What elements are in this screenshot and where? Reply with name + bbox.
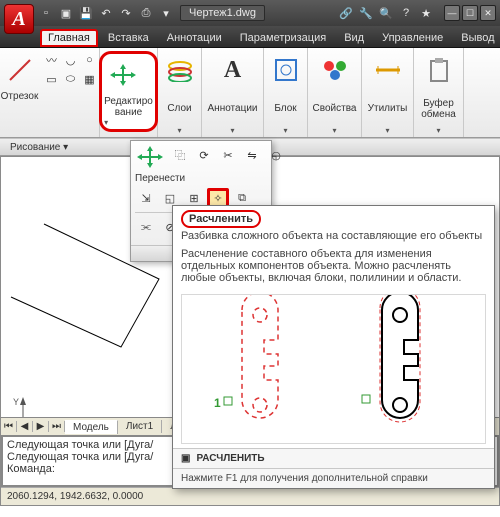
tab-manage[interactable]: Управление [374, 29, 451, 47]
search-icon[interactable]: 🔍 [378, 5, 394, 21]
tab-home[interactable]: Главная [40, 29, 98, 47]
draw-arc-icon[interactable]: ◡ [62, 51, 80, 69]
qat-open-icon[interactable]: ▣ [58, 5, 74, 21]
key-icon[interactable]: 🔧 [358, 5, 374, 21]
tab-param[interactable]: Параметризация [232, 29, 334, 47]
panel-edit: Редактиро вание ▾ [100, 48, 158, 137]
app-logo[interactable]: A [4, 4, 34, 34]
title-bar: ▫ ▣ 💾 ↶ ↷ ⎙ ▾ Чертеж1.dwg 🔗 🔧 🔍 ? ★ — ☐ … [0, 0, 500, 26]
tab-insert[interactable]: Вставка [100, 29, 157, 47]
tooltip-num: 1 [214, 396, 221, 410]
fillet-icon[interactable]: ◵ [265, 145, 287, 165]
panel-draw: Отрезок 〰 ◡ ○ ▭ ⬭ ▦ [0, 48, 100, 137]
status-bar: 2060.1294, 1942.6632, 0.0000 [1, 487, 499, 505]
layers-button[interactable] [161, 51, 199, 89]
tooltip-title: Расчленить [181, 210, 261, 228]
tooltip-subtitle: Разбивка сложного объекта на составляющи… [173, 230, 494, 248]
anno-label: Аннотации [208, 103, 258, 114]
tab-model[interactable]: Модель [65, 420, 118, 434]
clip-button[interactable] [420, 51, 458, 89]
qat-new-icon[interactable]: ▫ [38, 5, 54, 21]
tooltip-illustration: 1 [181, 294, 486, 444]
svg-text:Y: Y [13, 397, 19, 407]
help-icon[interactable]: ? [398, 5, 414, 21]
tooltip-cmd-row: ▣ РАСЧЛЕНИТЬ [173, 448, 494, 468]
utils-button[interactable] [369, 51, 407, 89]
close-button[interactable]: ✕ [480, 5, 496, 21]
panel-props: Свойства ▾ [308, 48, 362, 137]
tab-sheet1[interactable]: Лист1 [118, 420, 162, 433]
tab-nav-next[interactable]: ▶ [33, 421, 49, 432]
draw-rect-icon[interactable]: ▭ [43, 70, 61, 88]
tab-nav-last[interactable]: ⏭ [49, 421, 65, 432]
quick-access-toolbar: ▫ ▣ 💾 ↶ ↷ ⎙ ▾ [38, 5, 174, 21]
panel-block: Блок ▾ [264, 48, 308, 137]
panel-clip: Буфер обмена ▾ [414, 48, 464, 137]
qat-print-icon[interactable]: ⎙ [138, 5, 154, 21]
panel-utils: Утилиты ▾ [362, 48, 414, 137]
rotate-icon[interactable]: ⟳ [193, 145, 215, 165]
ribbon-tabs: Главная Вставка Аннотации Параметризация… [0, 26, 500, 48]
props-button[interactable] [316, 51, 354, 89]
qat-save-icon[interactable]: 💾 [78, 5, 94, 21]
copy-icon[interactable]: ⿻ [169, 145, 191, 165]
anno-button[interactable]: A [214, 51, 252, 89]
mirror-icon[interactable]: ⇋ [241, 145, 263, 165]
qat-drop-icon[interactable]: ▾ [158, 5, 174, 21]
block-button[interactable] [267, 51, 305, 89]
tab-anno[interactable]: Аннотации [159, 29, 230, 47]
qat-undo-icon[interactable]: ↶ [98, 5, 114, 21]
block-label: Блок [274, 103, 296, 114]
min-button[interactable]: — [444, 5, 460, 21]
qat-redo-icon[interactable]: ↷ [118, 5, 134, 21]
tab-nav-prev[interactable]: ◀ [17, 421, 33, 432]
line-label: Отрезок [1, 91, 39, 102]
coords: 2060.1294, 1942.6632, 0.0000 [7, 491, 143, 502]
tooltip-body: Расчленение составного объекта для измен… [173, 248, 494, 290]
tab-view[interactable]: Вид [336, 29, 372, 47]
move-label: Перенести [135, 173, 267, 184]
edit-label: Редактиро вание [104, 96, 153, 118]
draw-ellipse-icon[interactable]: ⬭ [62, 70, 80, 88]
line-button[interactable] [1, 51, 39, 89]
edit-button[interactable]: Редактиро вание ▾ [99, 51, 158, 132]
file-tab[interactable]: Чертеж1.dwg [180, 5, 265, 21]
clip-label: Буфер обмена [421, 98, 456, 120]
tab-output[interactable]: Вывод [453, 29, 500, 47]
link-icon[interactable]: 🔗 [338, 5, 354, 21]
max-button[interactable]: ☐ [462, 5, 478, 21]
draw-pline-icon[interactable]: 〰 [43, 51, 61, 69]
draw-circle-icon[interactable]: ○ [81, 51, 99, 69]
layers-label: Слои [167, 103, 191, 114]
props-label: Свойства [313, 103, 357, 114]
stretch-icon[interactable]: ⇲ [135, 188, 157, 208]
panel-layers: Слои ▾ [158, 48, 202, 137]
tooltip: Расчленить Разбивка сложного объекта на … [172, 205, 495, 489]
trim-icon[interactable]: ✂ [217, 145, 239, 165]
cmd-icon: ▣ [181, 453, 190, 464]
edit-drop-icon: ▾ [104, 118, 153, 127]
tooltip-cmd: РАСЧЛЕНИТЬ [196, 453, 264, 464]
move-button[interactable] [135, 146, 165, 168]
utils-label: Утилиты [368, 103, 408, 114]
tooltip-f1: Нажмите F1 для получения дополнительной … [173, 468, 494, 488]
panel-anno: A Аннотации ▾ [202, 48, 264, 137]
join-icon[interactable]: ⫘ [135, 217, 157, 237]
star-icon[interactable]: ★ [418, 5, 434, 21]
draw-hatch-icon[interactable]: ▦ [81, 70, 99, 88]
tab-nav-first[interactable]: ⏮ [1, 421, 17, 432]
ribbon: Отрезок 〰 ◡ ○ ▭ ⬭ ▦ Редактиро вание ▾ Сл… [0, 48, 500, 138]
